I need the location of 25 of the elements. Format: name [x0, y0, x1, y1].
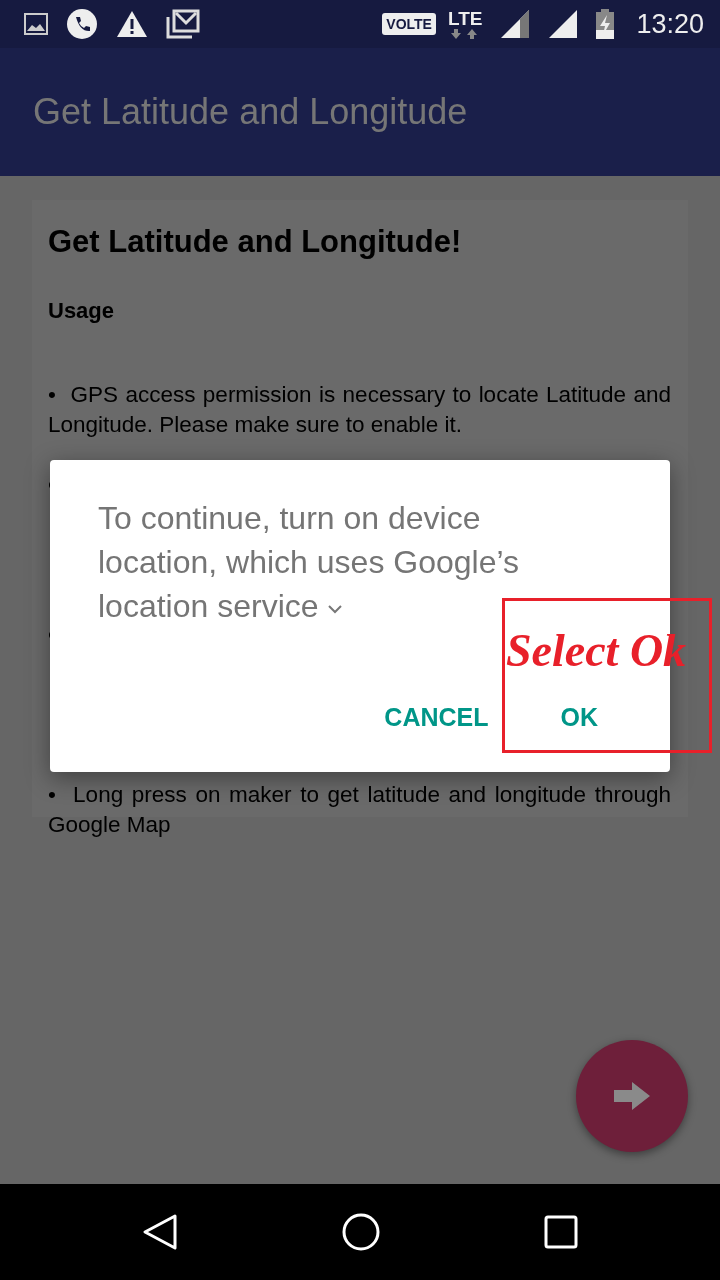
dialog-message: To continue, turn on device location, which uses Google’s location service [98, 499, 520, 626]
warning-icon [116, 10, 148, 38]
network-type: LTE [447, 9, 483, 28]
card-subheading: Usage [48, 298, 116, 324]
signal-icon [548, 9, 579, 39]
mail-icon [166, 9, 200, 39]
image-icon [24, 13, 48, 35]
app-title: Get Latitude and Longitude [33, 91, 468, 133]
arrow-right-icon [614, 1082, 650, 1110]
back-icon[interactable] [141, 1213, 178, 1251]
card-heading: Get Latitude and Longitude! [48, 224, 463, 260]
home-icon[interactable] [341, 1212, 381, 1252]
bullet-text: • GPS access permission is necessary to locate Latitude and Longitude. Please make sure to enable it. [48, 381, 671, 439]
next-button[interactable] [576, 1040, 688, 1152]
chevron-down-icon [327, 603, 344, 614]
battery-charging-icon [596, 9, 615, 39]
network-badge: VOLTE [382, 13, 436, 35]
data-arrows-icon [451, 28, 480, 39]
phone-icon [66, 8, 98, 40]
ok-button[interactable]: OK [510, 695, 662, 740]
bullet-text: • Long press on maker to get latitude and longitude through Google Map [48, 781, 671, 839]
clock-time: 13:20 [636, 8, 704, 40]
signal-icon [500, 9, 531, 39]
recents-icon[interactable] [544, 1215, 579, 1249]
cancel-button[interactable]: CANCEL [362, 695, 511, 740]
